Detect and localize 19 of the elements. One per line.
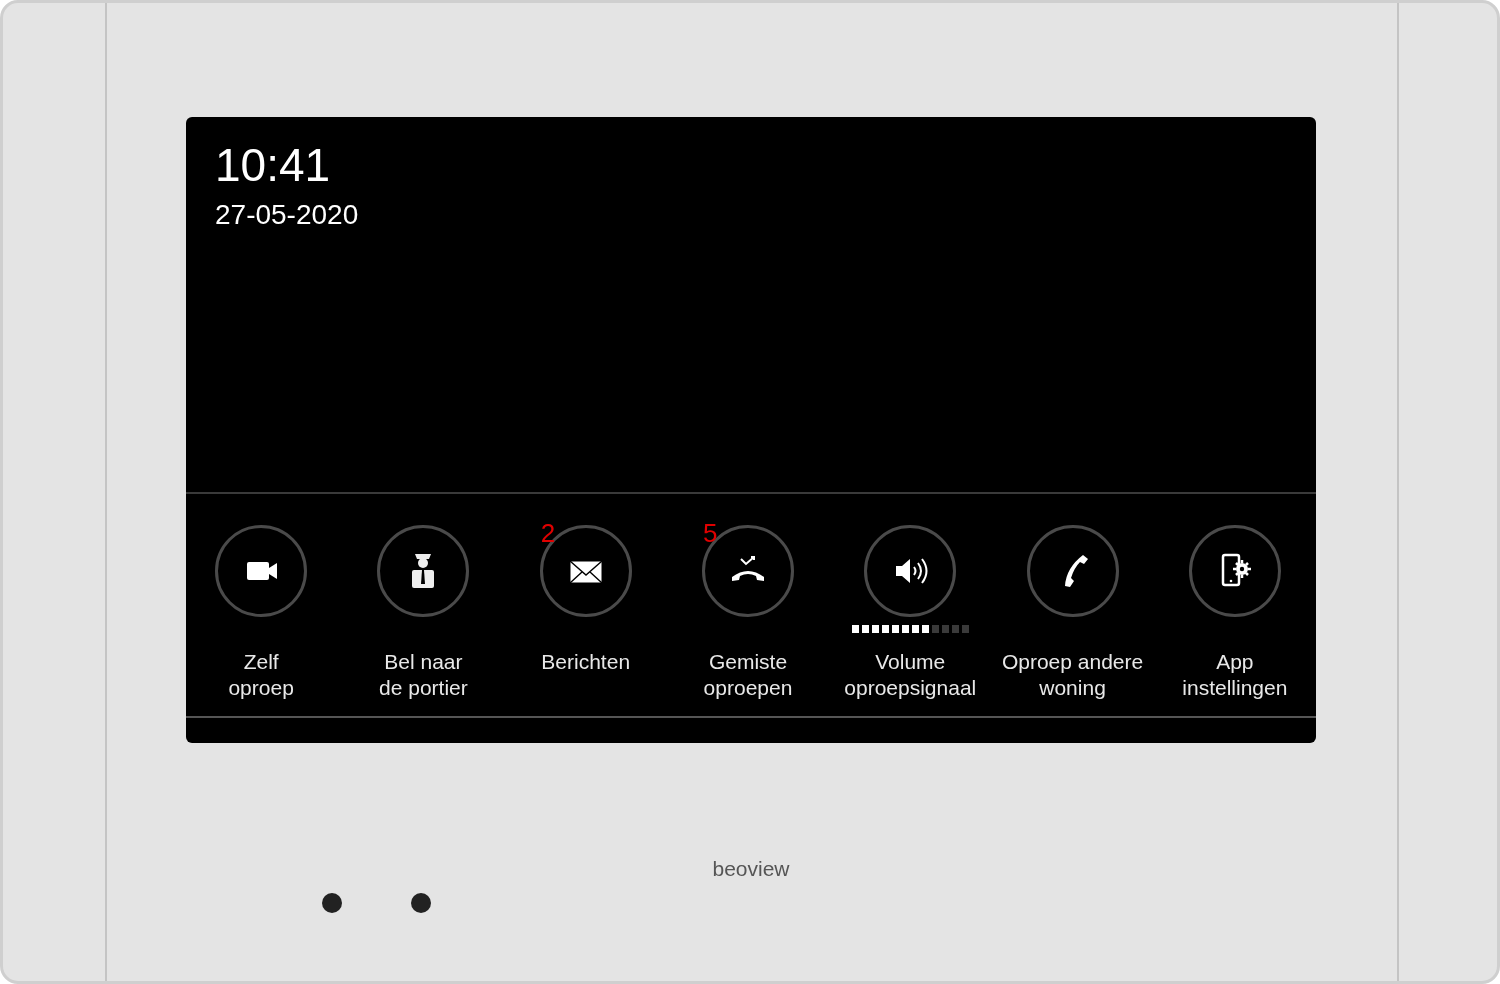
button-label: Volume	[875, 649, 946, 675]
button-label: Zelf	[243, 649, 279, 675]
clock-time: 10:41	[215, 138, 331, 193]
button-label: instellingen	[1182, 675, 1288, 701]
button-label: Berichten	[541, 649, 631, 675]
button-label: oproepen	[703, 675, 793, 701]
button-label: oproep	[228, 675, 294, 701]
unread-count: 2	[540, 519, 556, 547]
button-label: woning	[1039, 675, 1106, 701]
button-label: Gemiste	[708, 649, 788, 675]
button-label: oproepsignaal	[844, 675, 977, 701]
button-label: Oproep andere	[1001, 649, 1144, 675]
unread-count: 5	[703, 519, 718, 547]
button-label: Bel naar	[384, 649, 463, 675]
brand-logo: beoview	[711, 856, 791, 882]
camera-lens	[322, 893, 342, 913]
button-label: de portier	[379, 675, 468, 701]
button-label: App	[1216, 649, 1254, 675]
clock-date: 27-05-2020	[215, 198, 359, 232]
